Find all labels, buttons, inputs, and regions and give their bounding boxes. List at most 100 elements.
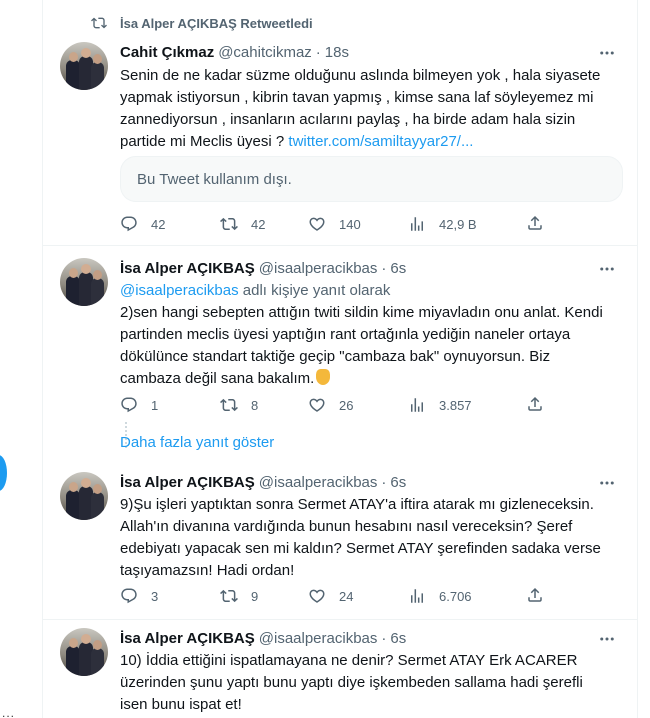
tweet-text: 2)sen hangi sebepten attığın twiti sildi… [120, 302, 620, 390]
tweet-line: edebiyatı yapacak sen mi kaldın? Sermet … [120, 540, 601, 557]
heart-icon [309, 589, 325, 603]
reply-icon [121, 216, 137, 232]
replying-to: @isaalperacikbas adlı kişiye yanıt olara… [120, 282, 390, 299]
reply-icon [121, 588, 137, 604]
more-icon[interactable] [597, 629, 617, 649]
share-icon[interactable] [526, 395, 544, 418]
timeline-column: İsa Alper AÇIKBAŞ Retweetledi Cahit Çıkm… [42, 0, 638, 718]
replying-to-handle[interactable]: @isaalperacikbas [120, 282, 239, 299]
tweet-line-text: cambaza değil sana bakalım. [120, 370, 315, 387]
unavailable-tweet-card: Bu Tweet kullanım dışı. [120, 156, 623, 202]
replying-to-suffix: adlı kişiye yanıt olarak [238, 282, 391, 299]
author-handle[interactable]: @isaalperacikbas [259, 260, 378, 277]
timestamp[interactable]: 6s [390, 474, 406, 491]
tweet-line: isen bunu ispat et! [120, 696, 242, 713]
tweet-line: üzerinden şunu yaptı bunu yaptı diye işk… [120, 674, 583, 691]
reply-button[interactable]: 1 [120, 395, 158, 415]
floating-button-edge[interactable] [0, 455, 7, 491]
author-name[interactable]: Cahit Çıkmaz [120, 44, 214, 61]
tweet-text: 9)Şu işleri yaptıktan sonra Sermet ATAY'… [120, 494, 620, 582]
views-count: 3.857 [439, 397, 472, 413]
timestamp[interactable]: 6s [390, 630, 406, 647]
separator: · [381, 473, 387, 491]
views-button[interactable]: 42,9 B [408, 214, 477, 234]
retweet-button[interactable]: 42 [220, 214, 265, 234]
like-count: 24 [339, 588, 354, 604]
views-button[interactable]: 3.857 [408, 395, 472, 415]
views-icon [411, 398, 423, 412]
tweet-reply-2[interactable]: İsa Alper AÇIKBAŞ @isaalperacikbas · 6s … [43, 460, 637, 620]
tweet-reply-3[interactable]: İsa Alper AÇIKBAŞ @isaalperacikbas · 6s … [43, 620, 637, 718]
author-name[interactable]: İsa Alper AÇIKBAŞ [120, 260, 255, 277]
tweet-header: Cahit Çıkmaz @cahitcikmaz · 18s [120, 42, 349, 62]
reply-count: 3 [151, 588, 159, 604]
avatar[interactable] [60, 258, 108, 306]
views-count: 42,9 B [439, 216, 477, 232]
views-count: 6.706 [439, 588, 472, 604]
tweet-line: Allah'ın divanına vardığında bunun hesab… [120, 518, 573, 535]
timestamp[interactable]: 18s [325, 44, 349, 61]
tweet-reply-1[interactable]: İsa Alper AÇIKBAŞ @isaalperacikbas · 6s … [43, 246, 637, 436]
retweet-icon [91, 17, 107, 29]
tweet-text: 10) İddia ettiğini ispatlamayana ne deni… [120, 650, 620, 716]
tweet-line: 10) İddia ettiğini ispatlamayana ne deni… [120, 652, 578, 669]
more-icon[interactable] [597, 259, 617, 279]
like-count: 26 [339, 397, 354, 413]
views-icon [411, 217, 423, 231]
separator: · [381, 259, 387, 277]
tweet-text: Senin de ne kadar süzme olduğunu aslında… [120, 65, 620, 153]
author-name[interactable]: İsa Alper AÇIKBAŞ [120, 474, 255, 491]
tweet-line: Senin de ne kadar süzme olduğunu aslında… [120, 67, 601, 84]
action-bar: 3 9 24 6.706 [120, 586, 560, 606]
author-handle[interactable]: @cahitcikmaz [218, 44, 312, 61]
reply-button[interactable]: 42 [120, 214, 165, 234]
timestamp[interactable]: 6s [390, 260, 406, 277]
reply-button[interactable]: 3 [120, 586, 158, 606]
separator: · [381, 629, 387, 647]
retweet-count: 42 [251, 216, 266, 232]
retweet-icon [220, 398, 238, 412]
share-icon[interactable] [526, 586, 544, 609]
author-handle[interactable]: @isaalperacikbas [259, 630, 378, 647]
tweet-line-text: partide mi Meclis üyesi ? [120, 133, 289, 150]
author-handle[interactable]: @isaalperacikbas [259, 474, 378, 491]
reply-count: 1 [151, 397, 159, 413]
tweet-line: cambaza değil sana bakalım. [120, 368, 620, 390]
tweet-header: İsa Alper AÇIKBAŞ @isaalperacikbas · 6s [120, 258, 406, 278]
views-icon [411, 589, 423, 603]
avatar[interactable] [60, 628, 108, 676]
action-bar: 1 8 26 3.857 [120, 395, 560, 415]
separator: · [315, 43, 321, 61]
unavailable-text: Bu Tweet kullanım dışı. [137, 170, 292, 188]
like-button[interactable]: 24 [308, 586, 353, 606]
pointing-down-emoji-icon [316, 369, 331, 385]
more-icon[interactable] [597, 43, 617, 63]
tweet-line: partide mi Meclis üyesi ? twitter.com/sa… [120, 131, 620, 153]
tweet-line: taşıyamazsın! Hadi ordan! [120, 562, 295, 579]
retweet-count: 8 [251, 397, 259, 413]
tweet-header: İsa Alper AÇIKBAŞ @isaalperacikbas · 6s [120, 472, 406, 492]
more-icon[interactable] [597, 473, 617, 493]
show-more-replies-link[interactable]: Daha fazla yanıt göster [120, 434, 274, 451]
tweet-line: 9)Şu işleri yaptıktan sonra Sermet ATAY'… [120, 496, 594, 513]
avatar[interactable] [60, 42, 108, 90]
retweet-label: İsa Alper AÇIKBAŞ Retweetledi [120, 15, 313, 31]
avatar[interactable] [60, 472, 108, 520]
heart-icon [309, 398, 325, 412]
share-icon[interactable] [526, 214, 544, 237]
author-name[interactable]: İsa Alper AÇIKBAŞ [120, 630, 255, 647]
retweet-button[interactable]: 9 [220, 586, 258, 606]
tweet-line: 2)sen hangi sebepten attığın twiti sildi… [120, 304, 603, 321]
like-count: 140 [339, 216, 361, 232]
tweet-line: yapmak istiyorsun , kibrin tavan yapmış … [120, 89, 594, 106]
retweet-indicator: İsa Alper AÇIKBAŞ Retweetledi [91, 14, 313, 32]
retweet-icon [220, 217, 238, 231]
tweet-retweet[interactable]: İsa Alper AÇIKBAŞ Retweetledi Cahit Çıkm… [43, 0, 637, 246]
like-button[interactable]: 26 [308, 395, 353, 415]
tweet-header: İsa Alper AÇIKBAŞ @isaalperacikbas · 6s [120, 628, 406, 648]
tweet-line: dökülünce standart taktiğe geçip "cambaz… [120, 348, 551, 365]
tweet-link[interactable]: twitter.com/samiltayyar27/... [288, 133, 473, 150]
views-button[interactable]: 6.706 [408, 586, 472, 606]
like-button[interactable]: 140 [308, 214, 361, 234]
retweet-button[interactable]: 8 [220, 395, 258, 415]
